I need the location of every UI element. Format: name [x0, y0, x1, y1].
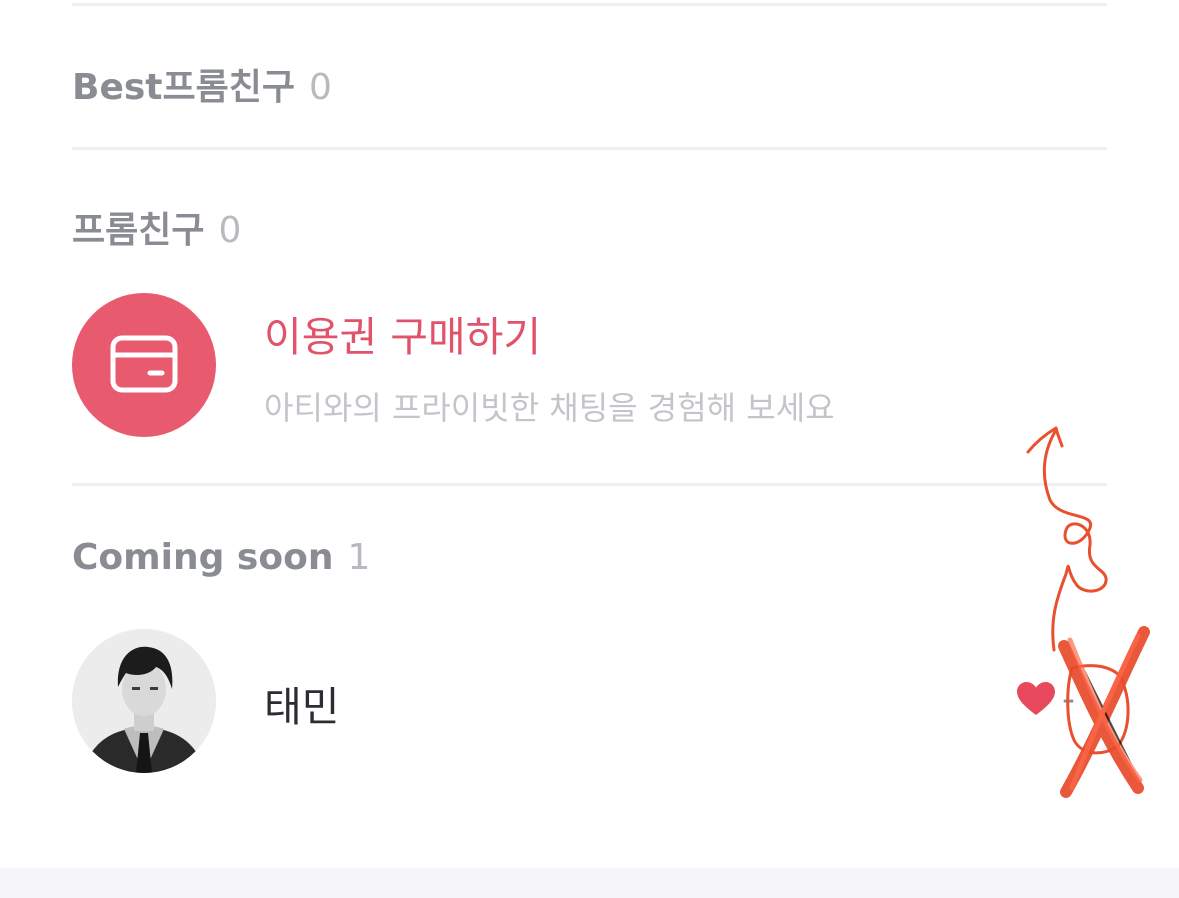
divider-2: [72, 483, 1107, 486]
purchase-pass-title[interactable]: 이용권 구매하기: [264, 303, 541, 363]
section-friends-header: 프롬친구 0: [72, 201, 241, 253]
bottom-bar: [0, 868, 1179, 898]
section-friends-count: 0: [218, 210, 242, 251]
credit-card-icon: [72, 293, 216, 437]
purchase-pass-subtitle: 아티와의 프라이빗한 채팅을 경험해 보세요: [264, 389, 835, 427]
section-best-count: 0: [308, 67, 332, 108]
purchase-pass-row[interactable]: 이용권 구매하기 아티와의 프라이빗한 채팅을 경험해 보세요: [72, 293, 1107, 437]
section-coming-soon-label: Coming soon: [72, 537, 334, 578]
artist-row[interactable]: 태민 -: [72, 629, 1107, 773]
friends-list-page: Best프롬친구 0 프롬친구 0 이용권 구매하기 아티와의 프라이빗한 채팅…: [0, 0, 1179, 898]
section-coming-soon-count: 1: [347, 537, 371, 578]
like-count: -: [1062, 679, 1075, 720]
section-best-header: Best프롬친구 0: [72, 58, 332, 110]
artist-name[interactable]: 태민: [264, 673, 339, 733]
profile-photo: [72, 629, 216, 773]
section-coming-soon-header: Coming soon 1: [72, 537, 370, 578]
avatar[interactable]: [72, 629, 216, 773]
section-friends-label: 프롬친구: [72, 210, 205, 251]
divider-top: [72, 3, 1107, 6]
section-best-label: Best프롬친구: [72, 67, 295, 108]
divider-1: [72, 147, 1107, 150]
heart-icon[interactable]: [1016, 681, 1056, 717]
